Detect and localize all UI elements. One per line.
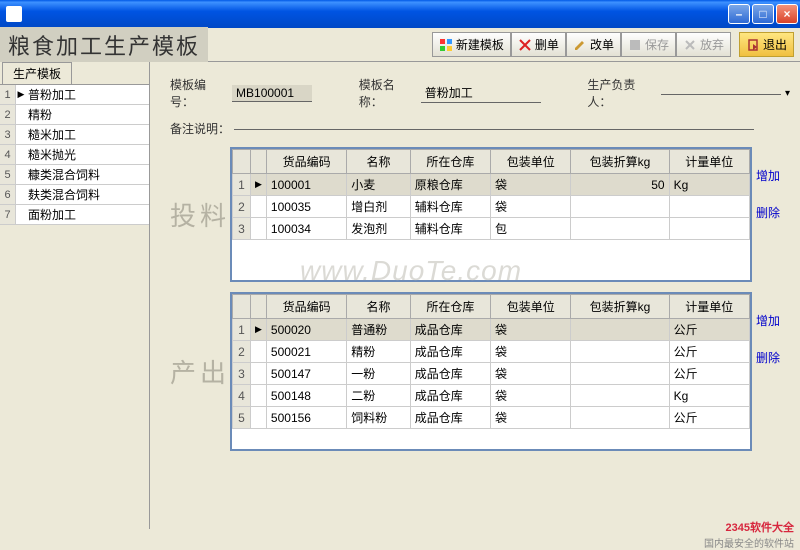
sidebar-item[interactable]: 6麸类混合饲料 xyxy=(0,185,149,205)
template-name-label: 模板名称： xyxy=(359,76,417,110)
close-button[interactable]: × xyxy=(776,4,798,24)
window-title-bar: – □ × xyxy=(0,0,800,28)
output-delete-link[interactable]: 删除 xyxy=(752,349,790,366)
input-delete-link[interactable]: 删除 xyxy=(752,204,790,221)
input-section: 投料 货品编码名称所在仓库包装单位包装折算kg计量单位1▶100001小麦原粮仓… xyxy=(170,147,790,282)
sidebar-item[interactable]: 3糙米加工 xyxy=(0,125,149,145)
owner-label: 生产负责人： xyxy=(587,76,657,110)
template-no-field[interactable]: MB100001 xyxy=(232,85,312,102)
edit-icon xyxy=(573,38,587,52)
table-row[interactable]: 2500021精粉成品仓库袋公斤 xyxy=(233,341,750,363)
minimize-button[interactable]: – xyxy=(728,4,750,24)
exit-icon xyxy=(746,38,760,52)
save-button: 保存 xyxy=(621,32,676,57)
sidebar-item[interactable]: 1▶普粉加工 xyxy=(0,85,149,105)
new-template-button[interactable]: 新建模板 xyxy=(432,32,511,57)
table-row[interactable]: 4500148二粉成品仓库袋Kg xyxy=(233,385,750,407)
owner-dropdown-icon[interactable]: ▾ xyxy=(785,88,790,99)
output-section-title: 产出 xyxy=(170,292,230,451)
app-icon xyxy=(6,6,22,22)
remark-label: 备注说明： xyxy=(170,120,230,137)
page-title: 粮食加工生产模板 xyxy=(0,27,208,63)
template-no-label: 模板编号： xyxy=(170,76,228,110)
sidebar-item[interactable]: 5糠类混合饲料 xyxy=(0,165,149,185)
exit-button[interactable]: 退出 xyxy=(739,32,794,57)
sidebar: 生产模板 1▶普粉加工2精粉3糙米加工4糙米抛光5糠类混合饲料6麸类混合饲料7面… xyxy=(0,62,150,529)
app-header: 粮食加工生产模板 新建模板 删单 改单 保存 放弃 退出 xyxy=(0,28,800,62)
sidebar-item[interactable]: 7面粉加工 xyxy=(0,205,149,225)
save-icon xyxy=(628,38,642,52)
remark-field[interactable] xyxy=(234,127,754,130)
output-grid[interactable]: 货品编码名称所在仓库包装单位包装折算kg计量单位1▶500020普通粉成品仓库袋… xyxy=(232,294,750,429)
table-row[interactable]: 5500156饲料粉成品仓库袋公斤 xyxy=(233,407,750,429)
output-add-link[interactable]: 增加 xyxy=(752,312,790,329)
sidebar-item[interactable]: 2精粉 xyxy=(0,105,149,125)
table-row[interactable]: 2100035增白剂辅料仓库袋 xyxy=(233,196,750,218)
new-icon xyxy=(439,38,453,52)
sidebar-tab[interactable]: 生产模板 xyxy=(2,62,72,84)
delete-button[interactable]: 删单 xyxy=(511,32,566,57)
toolbar: 新建模板 删单 改单 保存 放弃 退出 xyxy=(432,32,800,57)
discard-icon xyxy=(683,38,697,52)
maximize-button[interactable]: □ xyxy=(752,4,774,24)
output-section: 产出 货品编码名称所在仓库包装单位包装折算kg计量单位1▶500020普通粉成品… xyxy=(170,292,790,451)
template-list: 1▶普粉加工2精粉3糙米加工4糙米抛光5糠类混合饲料6麸类混合饲料7面粉加工 xyxy=(0,84,149,225)
table-row[interactable]: 1▶100001小麦原粮仓库袋50Kg xyxy=(233,174,750,196)
input-section-title: 投料 xyxy=(170,147,230,282)
table-row[interactable]: 3500147一粉成品仓库袋公斤 xyxy=(233,363,750,385)
content-area: 模板编号： MB100001 模板名称： 普粉加工 生产负责人： ▾ 备注说明：… xyxy=(150,62,800,529)
footer-branding: 2345软件大全 国内最安全的软件站 xyxy=(704,519,794,549)
table-row[interactable]: 3100034发泡剂辅料仓库包 xyxy=(233,218,750,240)
modify-button[interactable]: 改单 xyxy=(566,32,621,57)
template-name-field[interactable]: 普粉加工 xyxy=(421,83,541,103)
input-grid[interactable]: 货品编码名称所在仓库包装单位包装折算kg计量单位1▶100001小麦原粮仓库袋5… xyxy=(232,149,750,240)
table-row[interactable]: 1▶500020普通粉成品仓库袋公斤 xyxy=(233,319,750,341)
discard-button: 放弃 xyxy=(676,32,731,57)
delete-icon xyxy=(518,38,532,52)
input-add-link[interactable]: 增加 xyxy=(752,167,790,184)
owner-field[interactable] xyxy=(661,92,781,95)
sidebar-item[interactable]: 4糙米抛光 xyxy=(0,145,149,165)
